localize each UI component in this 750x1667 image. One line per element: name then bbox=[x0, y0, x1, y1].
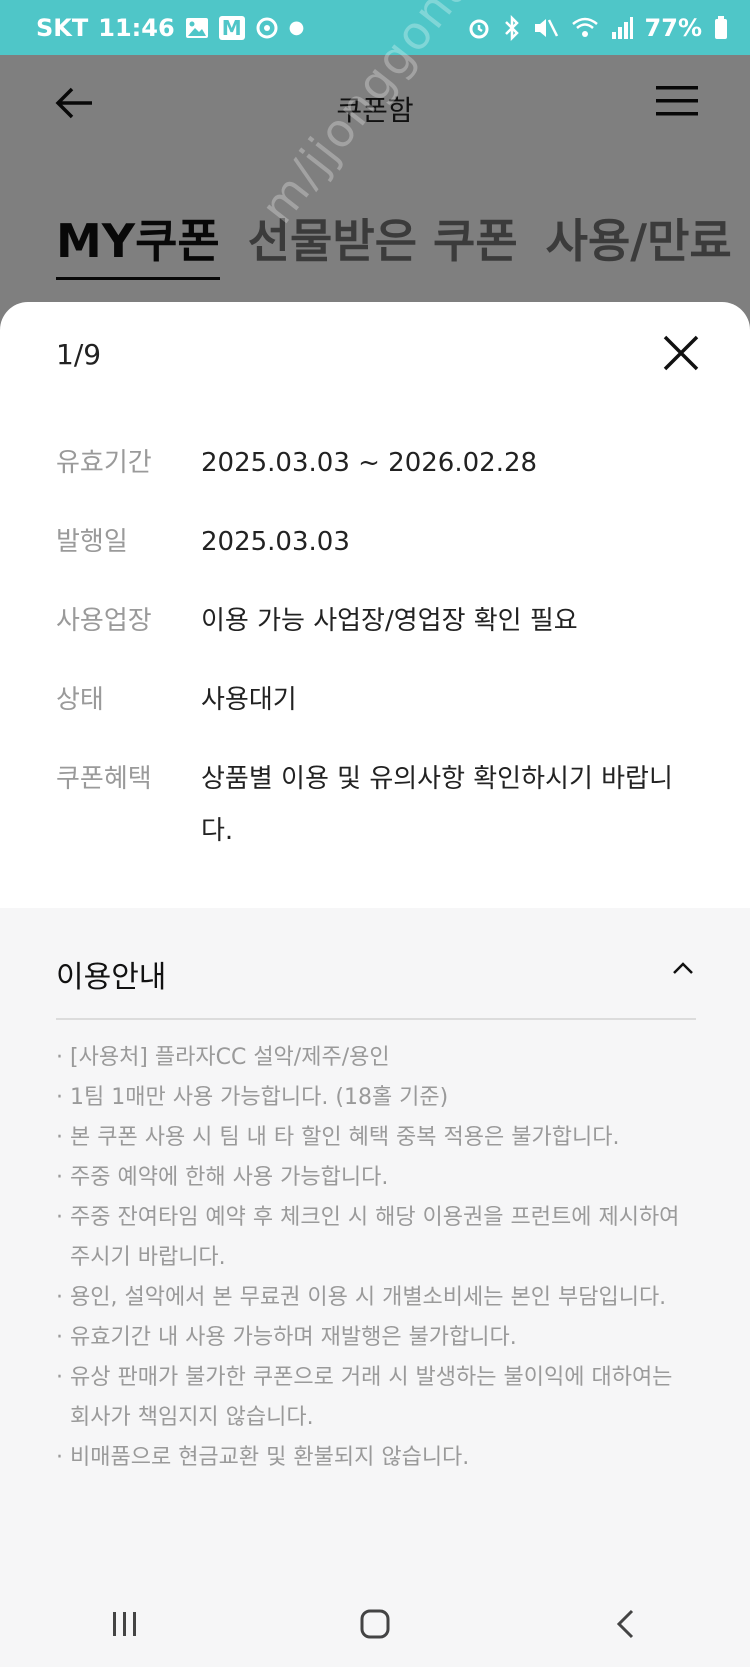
list-item: 1팀 1매만 사용 가능합니다. (18홀 기준) bbox=[56, 1078, 696, 1118]
detail-value: 2025.03.03 bbox=[201, 527, 350, 557]
clock-label: 11:46 bbox=[98, 13, 175, 42]
recent-apps-icon[interactable] bbox=[95, 1594, 155, 1654]
list-item: 비매품으로 현금교환 및 환불되지 않습니다. bbox=[56, 1438, 696, 1478]
battery-icon bbox=[714, 15, 728, 40]
detail-label: 상태 bbox=[56, 685, 104, 715]
detail-row-status: 상태 사용대기 bbox=[56, 679, 696, 726]
battery-percent: 77% bbox=[644, 13, 702, 42]
detail-label: 쿠폰혜택 bbox=[56, 764, 152, 794]
detail-row-benefit: 쿠폰혜택 상품별 이용 및 유의사항 확인하시기 바랍니다. bbox=[56, 758, 696, 857]
signal-icon bbox=[611, 16, 633, 40]
detail-row-validity: 유효기간 2025.03.03 ~ 2026.02.28 bbox=[56, 442, 696, 489]
usage-guide-section: 이용안내 [사용처] 플라자CC 설악/제주/용인 1팀 1매만 사용 가능합니… bbox=[0, 908, 750, 1580]
usage-notes-list: [사용처] 플라자CC 설악/제주/용인 1팀 1매만 사용 가능합니다. (1… bbox=[56, 1038, 696, 1478]
list-item: 주중 잔여타임 예약 후 체크인 시 해당 이용권을 프런트에 제시하여 주시기… bbox=[56, 1198, 696, 1278]
detail-value: 사용대기 bbox=[201, 685, 297, 715]
wifi-icon bbox=[571, 16, 599, 40]
sync-icon bbox=[255, 16, 279, 40]
close-icon[interactable] bbox=[662, 334, 700, 372]
system-nav-bar bbox=[0, 1580, 750, 1667]
back-nav-icon[interactable] bbox=[595, 1594, 655, 1654]
page-indicator: 1/9 bbox=[56, 338, 102, 371]
coupon-details: 유효기간 2025.03.03 ~ 2026.02.28 발행일 2025.03… bbox=[56, 442, 696, 889]
list-item: [사용처] 플라자CC 설악/제주/용인 bbox=[56, 1038, 696, 1078]
detail-value: 상품별 이용 및 유의사항 확인하시기 바랍니다. bbox=[201, 764, 673, 846]
notification-dot-icon: ● bbox=[288, 17, 305, 38]
gmail-icon: M bbox=[218, 15, 245, 40]
carrier-label: SKT bbox=[36, 13, 89, 42]
alarm-icon bbox=[467, 16, 491, 40]
detail-label: 사용업장 bbox=[56, 606, 152, 636]
mute-icon bbox=[533, 16, 559, 40]
list-item: 유상 판매가 불가한 쿠폰으로 거래 시 발생하는 불이익에 대하여는 회사가 … bbox=[56, 1358, 696, 1438]
gallery-icon bbox=[185, 17, 209, 39]
detail-value: 이용 가능 사업장/영업장 확인 필요 bbox=[201, 606, 578, 636]
list-item: 용인, 설악에서 본 무료권 이용 시 개별소비세는 본인 부담입니다. bbox=[56, 1278, 696, 1318]
chevron-up-icon[interactable] bbox=[672, 960, 694, 974]
divider bbox=[56, 1018, 696, 1020]
list-item: 유효기간 내 사용 가능하며 재발행은 불가합니다. bbox=[56, 1318, 696, 1358]
list-item: 주중 예약에 한해 사용 가능합니다. bbox=[56, 1158, 696, 1198]
detail-label: 발행일 bbox=[56, 527, 128, 557]
usage-guide-title[interactable]: 이용안내 bbox=[56, 952, 166, 996]
list-item: 본 쿠폰 사용 시 팀 내 타 할인 혜택 중복 적용은 불가합니다. bbox=[56, 1118, 696, 1158]
detail-row-issue-date: 발행일 2025.03.03 bbox=[56, 521, 696, 568]
bluetooth-icon bbox=[503, 14, 521, 41]
detail-row-venue: 사용업장 이용 가능 사업장/영업장 확인 필요 bbox=[56, 600, 696, 647]
detail-label: 유효기간 bbox=[56, 448, 152, 478]
coupon-detail-sheet: 1/9 유효기간 2025.03.03 ~ 2026.02.28 발행일 202… bbox=[0, 302, 750, 1580]
detail-value: 2025.03.03 ~ 2026.02.28 bbox=[201, 448, 538, 478]
home-icon[interactable] bbox=[345, 1594, 405, 1654]
